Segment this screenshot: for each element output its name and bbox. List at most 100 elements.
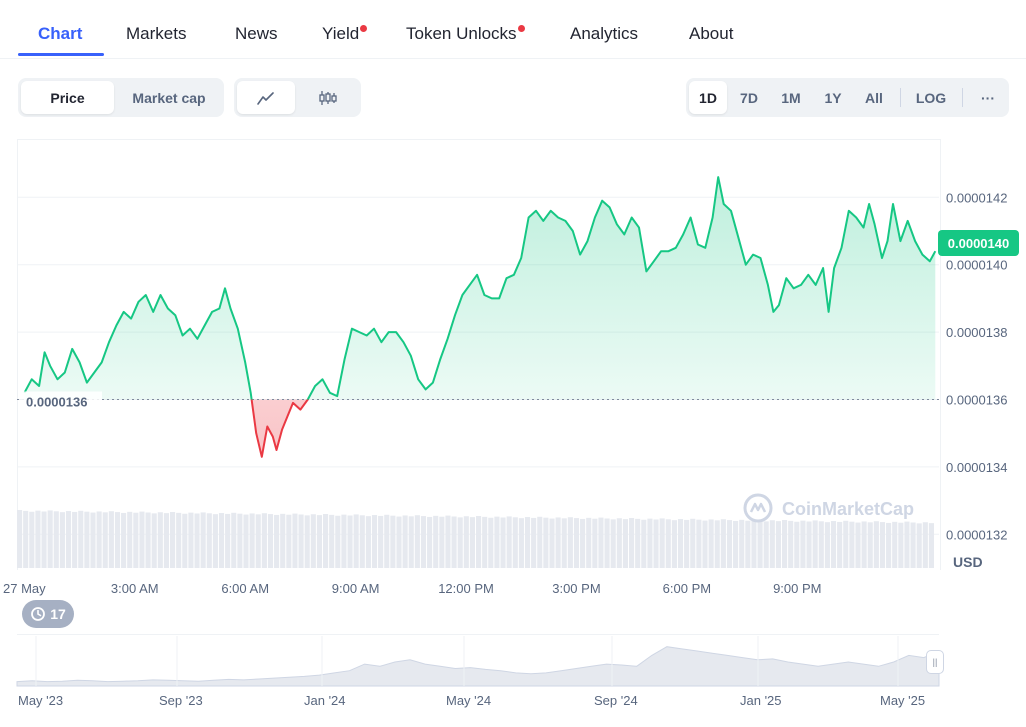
volume-bar xyxy=(353,514,359,568)
volume-bar xyxy=(157,512,163,568)
volume-bar xyxy=(647,518,653,568)
volume-bar xyxy=(145,512,151,568)
volume-bar xyxy=(886,522,892,568)
volume-bar xyxy=(469,517,475,568)
navigator-label: May '25 xyxy=(880,693,926,708)
volume-bar xyxy=(371,515,378,568)
volume-bar xyxy=(329,514,335,568)
x-tick-label: 3:00 AM xyxy=(111,581,159,596)
navigator-label: May '24 xyxy=(446,693,492,708)
volume-bar xyxy=(677,519,684,568)
volume-bar xyxy=(151,513,157,568)
history-count: 17 xyxy=(50,606,66,622)
volume-bar xyxy=(641,519,647,568)
volume-bar xyxy=(359,515,365,568)
navigator-label: May '23 xyxy=(18,693,64,708)
volume-bar xyxy=(170,512,176,568)
x-tick-label: 27 May xyxy=(3,581,46,596)
volume-bar xyxy=(684,519,690,568)
volume-bar xyxy=(573,518,580,568)
volume-bar xyxy=(280,513,286,568)
volume-bar xyxy=(84,511,90,568)
volume-bar xyxy=(206,513,212,568)
volume-bar xyxy=(775,521,781,568)
volume-bar xyxy=(488,517,494,568)
volume-bar xyxy=(182,513,188,568)
volume-bar xyxy=(72,511,78,568)
volume-bar xyxy=(928,523,934,568)
volume-bar xyxy=(402,515,408,568)
volume-bar xyxy=(757,520,763,568)
volume-bar xyxy=(879,522,886,568)
volume-bar xyxy=(341,514,347,568)
volume-bar xyxy=(782,520,788,568)
volume-bar xyxy=(843,520,849,568)
volume-bar xyxy=(788,520,794,568)
volume-bar xyxy=(629,518,635,568)
volume-bar xyxy=(53,511,59,568)
volume-bar xyxy=(212,514,218,568)
currency-label: USD xyxy=(953,554,983,570)
volume-bar xyxy=(708,519,714,568)
volume-bar xyxy=(414,515,420,568)
baseline-label: 0.0000136 xyxy=(26,394,87,409)
volume-bar xyxy=(335,515,341,568)
volume-bar xyxy=(316,515,322,568)
volume-bar xyxy=(849,521,855,568)
volume-bar xyxy=(855,522,861,568)
volume-bar xyxy=(261,513,267,568)
volume-bar xyxy=(898,522,904,568)
x-tick-label: 6:00 AM xyxy=(221,581,269,596)
volume-bar xyxy=(543,517,549,568)
volume-bar xyxy=(726,520,733,568)
volume-bar xyxy=(610,519,616,568)
history-icon xyxy=(31,607,46,621)
volume-bar xyxy=(304,515,310,568)
watermark-text: CoinMarketCap xyxy=(782,499,914,519)
volume-bar xyxy=(745,520,751,568)
volume-bar xyxy=(108,511,114,568)
volume-bar xyxy=(904,521,910,568)
volume-bar xyxy=(500,517,506,568)
history-badge[interactable]: 17 xyxy=(22,600,74,628)
volume-bar xyxy=(794,521,800,568)
volume-bar xyxy=(910,522,916,568)
volume-bar xyxy=(592,518,598,568)
volume-bar xyxy=(439,516,445,568)
volume-bar xyxy=(445,515,451,568)
navigator-label: Jan '25 xyxy=(740,693,782,708)
price-area-up xyxy=(24,177,936,400)
volume-bar xyxy=(255,514,261,568)
volume-bar xyxy=(665,519,671,568)
volume-bar xyxy=(733,520,739,568)
volume-bar xyxy=(518,518,524,568)
volume-bar xyxy=(365,516,371,568)
volume-bar xyxy=(861,521,867,568)
volume-bar xyxy=(524,517,531,568)
volume-bar xyxy=(59,512,65,568)
volume-bar xyxy=(384,514,390,568)
volume-bar xyxy=(310,514,316,568)
price-chart[interactable]: CoinMarketCap 0.0000136 0.0000142 0.00001… xyxy=(0,0,1026,600)
y-tick-label: 0.0000134 xyxy=(946,460,1007,475)
navigator-handle[interactable]: || xyxy=(926,650,944,674)
volume-bar xyxy=(506,516,512,568)
volume-bar xyxy=(139,511,145,568)
volume-bar xyxy=(121,512,127,568)
navigator-label: Sep '24 xyxy=(594,693,638,708)
navigator[interactable] xyxy=(17,634,939,689)
volume-bar xyxy=(769,520,775,568)
volume-bar xyxy=(378,515,384,568)
volume-bar xyxy=(690,518,696,568)
volume-bar xyxy=(249,513,255,568)
volume-bar xyxy=(133,512,139,568)
x-tick-label: 9:00 AM xyxy=(332,581,380,596)
volume-bar xyxy=(65,511,72,568)
volume-bar xyxy=(622,519,628,568)
volume-bar xyxy=(702,520,708,568)
x-tick-label: 9:00 PM xyxy=(773,581,821,596)
volume-bar xyxy=(114,512,121,568)
volume-bar xyxy=(390,515,396,568)
volume-bar xyxy=(323,514,329,568)
volume-bar xyxy=(714,520,720,568)
